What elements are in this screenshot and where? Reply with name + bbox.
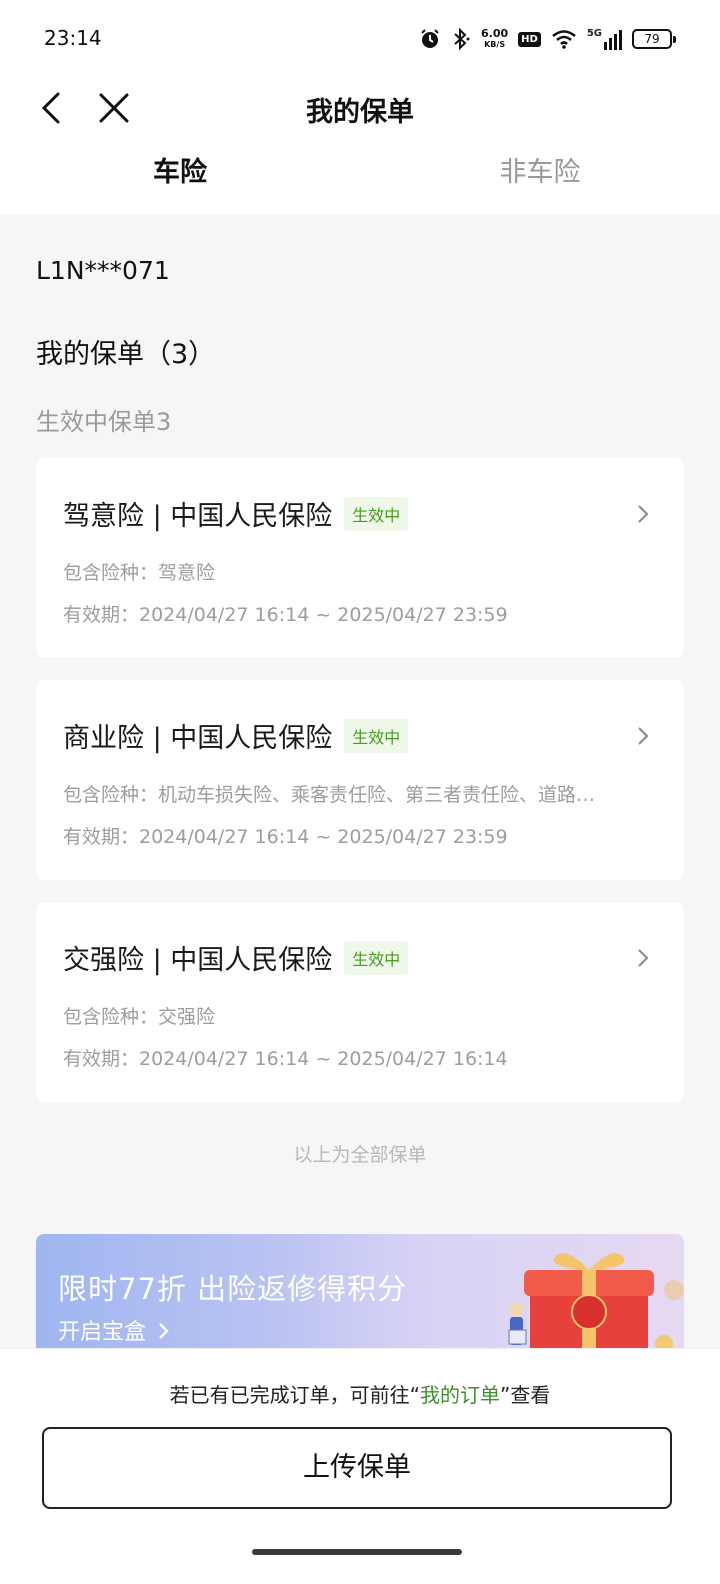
policy-card[interactable]: 交强险 | 中国人民保险 生效中 包含险种：交强险 有效期：2024/04/27…: [36, 902, 684, 1102]
chevron-right-icon: [638, 727, 649, 745]
promo-headline: 限时77折 出险返修得积分: [58, 1272, 408, 1306]
chevron-right-icon: [638, 505, 649, 523]
promo-cta[interactable]: 开启宝盒: [58, 1314, 171, 1346]
promo-banner[interactable]: 限时77折 出险返修得积分 开启宝盒: [36, 1234, 684, 1354]
policy-card[interactable]: 驾意险 | 中国人民保险 生效中 包含险种：驾意险 有效期：2024/04/27…: [36, 458, 684, 658]
status-bar: 23:14 6.00 KB/S HD 5G 79: [0, 0, 720, 80]
policy-validity: 有效期：2024/04/27 16:14 ~ 2025/04/27 23:59: [63, 826, 508, 848]
policy-name: 驾意险 | 中国人民保险: [63, 501, 333, 532]
tab-non-car-insurance[interactable]: 非车险: [440, 150, 640, 189]
section-title: 我的保单（3）: [36, 339, 216, 370]
cellular-signal-icon: 5G: [587, 28, 622, 50]
end-of-list-note: 以上为全部保单: [293, 1144, 427, 1166]
policy-name: 交强险 | 中国人民保险: [63, 945, 333, 976]
wifi-icon: [552, 30, 576, 49]
policy-header: 交强险 | 中国人民保险 生效中: [63, 938, 409, 977]
order-hint: 若已有已完成订单，可前往“我的订单”查看: [0, 1379, 720, 1408]
bluetooth-icon: [454, 27, 470, 51]
gift-box-icon: [508, 1253, 684, 1354]
policy-validity: 有效期：2024/04/27 16:14 ~ 2025/04/27 23:59: [63, 604, 508, 626]
network-speed: 6.00 KB/S: [481, 27, 509, 49]
policy-header: 驾意险 | 中国人民保险 生效中: [63, 494, 409, 533]
nav-bar: 我的保单: [0, 80, 720, 136]
policy-card[interactable]: 商业险 | 中国人民保险 生效中 包含险种：机动车损失险、乘客责任险、第三者责任…: [36, 680, 684, 880]
hd-icon: HD: [518, 31, 541, 47]
bottom-panel: 若已有已完成订单，可前往“我的订单”查看 上传保单: [0, 1348, 720, 1584]
tab-car-insurance[interactable]: 车险: [80, 150, 280, 189]
policy-validity: 有效期：2024/04/27 16:14 ~ 2025/04/27 16:14: [63, 1048, 508, 1070]
chevron-right-icon: [159, 1323, 169, 1339]
status-badge: 生效中: [344, 940, 409, 975]
order-hint-suffix: ”查看: [500, 1383, 551, 1407]
status-icons: 6.00 KB/S HD 5G 79: [419, 24, 676, 54]
policy-coverage: 包含险种：机动车损失险、乘客责任险、第三者责任险、道路…: [63, 784, 596, 806]
vehicle-plate: L1N***071: [36, 256, 170, 285]
policy-name: 商业险 | 中国人民保险: [63, 723, 333, 754]
battery-icon: 79: [632, 29, 676, 49]
status-badge: 生效中: [344, 718, 409, 753]
policy-coverage: 包含险种：驾意险: [63, 562, 216, 584]
promo-cta-label: 开启宝盒: [58, 1320, 147, 1345]
battery-level: 79: [644, 32, 660, 46]
home-indicator[interactable]: [252, 1549, 462, 1555]
tab-bar: 车险 非车险: [0, 150, 720, 200]
order-hint-prefix: 若已有已完成订单，可前往“: [169, 1383, 420, 1407]
status-badge: 生效中: [344, 496, 409, 531]
alarm-icon: [421, 29, 439, 48]
status-time: 23:14: [44, 26, 102, 50]
page-title: 我的保单: [306, 97, 414, 128]
policy-coverage: 包含险种：交强险: [63, 1006, 216, 1028]
chevron-right-icon: [638, 949, 649, 967]
top-bar: 23:14 6.00 KB/S HD 5G 79 我的保单 车险 非车险: [0, 0, 720, 214]
active-policy-count: 生效中保单3: [36, 408, 172, 436]
policy-header: 商业险 | 中国人民保险 生效中: [63, 716, 409, 755]
network-type: 5G: [586, 28, 602, 39]
upload-policy-button[interactable]: 上传保单: [42, 1427, 672, 1509]
my-orders-link[interactable]: 我的订单: [420, 1383, 500, 1407]
